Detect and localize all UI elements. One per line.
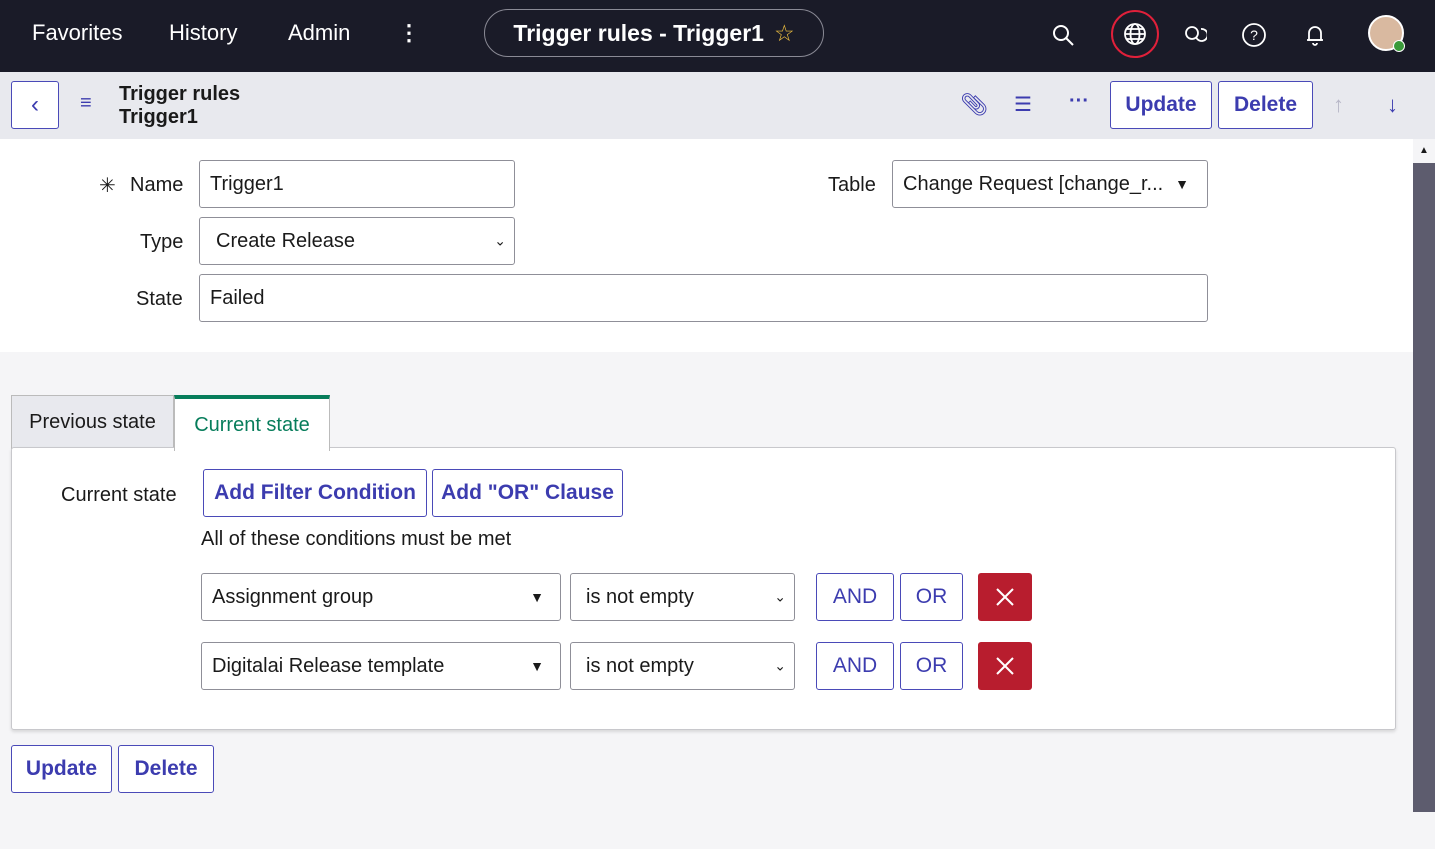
type-value: Create Release xyxy=(216,229,355,252)
globe-icon[interactable] xyxy=(1111,10,1159,58)
hamburger-menu-icon[interactable]: ≡ xyxy=(80,92,92,115)
chevron-down-icon: ⌄ xyxy=(494,232,506,249)
delete-condition-button[interactable] xyxy=(978,642,1032,690)
online-status-icon xyxy=(1393,40,1405,52)
previous-record-icon[interactable]: ↑ xyxy=(1333,92,1344,118)
tab-previous-state[interactable]: Previous state xyxy=(11,395,174,449)
delete-button[interactable]: Delete xyxy=(1218,81,1313,129)
and-button[interactable]: AND xyxy=(816,573,894,621)
tab-current-state[interactable]: Current state xyxy=(174,395,330,451)
breadcrumb-table: Trigger rules xyxy=(119,83,241,105)
more-options-icon[interactable]: ··· xyxy=(1069,90,1089,113)
breadcrumb-record: Trigger1 xyxy=(119,106,198,128)
favorite-star-icon[interactable]: ☆ xyxy=(774,20,795,47)
svg-text:?: ? xyxy=(1250,27,1258,43)
footer-update-button[interactable]: Update xyxy=(11,745,112,793)
add-or-clause-button[interactable]: Add "OR" Clause xyxy=(432,469,623,517)
caret-down-icon: ▼ xyxy=(530,658,544,674)
attachment-icon[interactable]: 📎︎ xyxy=(960,92,988,118)
and-button[interactable]: AND xyxy=(816,642,894,690)
table-select[interactable]: Change Request [change_r... ▼ xyxy=(892,160,1208,208)
record-title: Trigger rules - Trigger1 xyxy=(513,19,764,46)
or-button[interactable]: OR xyxy=(900,573,963,621)
delete-condition-button[interactable] xyxy=(978,573,1032,621)
conditions-summary: All of these conditions must be met xyxy=(201,528,512,550)
caret-down-icon: ▼ xyxy=(530,589,544,605)
condition-field-select[interactable]: Digitalai Release template ▼ xyxy=(201,642,561,690)
nav-history[interactable]: History xyxy=(169,20,237,46)
close-icon xyxy=(996,657,1014,675)
scroll-up-icon[interactable]: ▲ xyxy=(1413,139,1435,163)
condition-builder-panel: Current state Add Filter Condition Add "… xyxy=(11,447,1396,730)
record-title-pill: Trigger rules - Trigger1 ☆ xyxy=(484,9,824,57)
settings-sliders-icon[interactable]: ☰ xyxy=(1014,92,1032,117)
next-record-icon[interactable]: ↓ xyxy=(1387,92,1398,118)
chat-icon[interactable] xyxy=(1178,18,1212,52)
or-button[interactable]: OR xyxy=(900,642,963,690)
update-button[interactable]: Update xyxy=(1110,81,1212,129)
bell-icon[interactable] xyxy=(1298,18,1332,52)
name-input[interactable]: Trigger1 xyxy=(199,160,515,208)
nav-admin[interactable]: Admin xyxy=(288,20,350,46)
type-label: Type xyxy=(140,231,184,253)
help-icon[interactable]: ? xyxy=(1237,18,1271,52)
state-input[interactable]: Failed xyxy=(199,274,1208,322)
scrollbar-thumb[interactable] xyxy=(1413,163,1435,812)
more-menu-icon[interactable]: ⋮ xyxy=(398,20,420,46)
condition-field: Assignment group xyxy=(212,585,374,608)
top-navbar: Favorites History Admin ⋮ Trigger rules … xyxy=(0,0,1435,72)
table-value: Change Request [change_r... xyxy=(903,172,1164,195)
form-header: ‹ ≡ Trigger rules Trigger1 📎︎ ☰ ··· Upda… xyxy=(0,72,1435,139)
condition-operator: is not empty xyxy=(586,585,694,608)
caret-down-icon: ▼ xyxy=(1175,176,1189,192)
name-label: Name xyxy=(130,174,184,196)
chevron-down-icon: ⌄ xyxy=(774,657,786,674)
footer-delete-button[interactable]: Delete xyxy=(118,745,214,793)
chevron-down-icon: ⌄ xyxy=(774,588,786,605)
condition-label: Current state xyxy=(61,484,177,506)
record-form: ✳ Name Trigger1 Type Create Release ⌄ Sta… xyxy=(0,139,1413,352)
back-button[interactable]: ‹ xyxy=(11,81,59,129)
user-avatar[interactable] xyxy=(1368,15,1405,52)
condition-operator: is not empty xyxy=(586,654,694,677)
breadcrumb: Trigger rules Trigger1 xyxy=(119,83,240,129)
state-label: State xyxy=(136,288,183,310)
close-icon xyxy=(996,588,1014,606)
required-icon: ✳ xyxy=(99,175,116,197)
condition-field-select[interactable]: Assignment group ▼ xyxy=(201,573,561,621)
condition-operator-select[interactable]: is not empty ⌄ xyxy=(570,573,795,621)
condition-operator-select[interactable]: is not empty ⌄ xyxy=(570,642,795,690)
nav-favorites[interactable]: Favorites xyxy=(32,20,122,46)
add-filter-condition-button[interactable]: Add Filter Condition xyxy=(203,469,427,517)
condition-field: Digitalai Release template xyxy=(212,654,445,677)
search-icon[interactable] xyxy=(1046,18,1080,52)
table-label: Table xyxy=(828,174,876,196)
type-select[interactable]: Create Release ⌄ xyxy=(199,217,515,265)
